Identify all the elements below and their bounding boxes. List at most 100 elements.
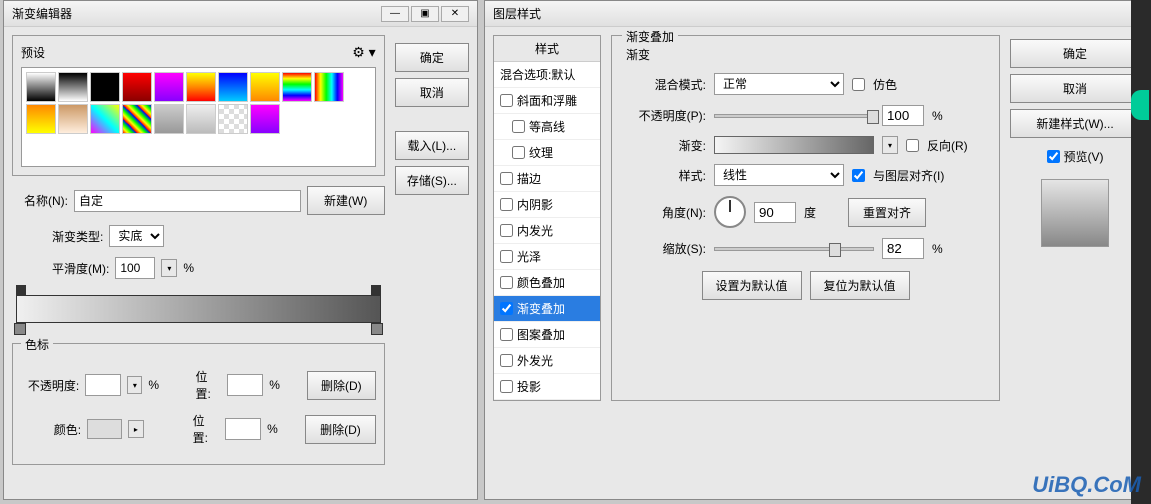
styles-list-panel: 样式 混合选项:默认 斜面和浮雕 等高线 纹理 描边 内阴影 内发光 光泽 颜色… bbox=[493, 35, 601, 401]
style-color-overlay[interactable]: 颜色叠加 bbox=[494, 270, 600, 296]
position-input[interactable] bbox=[225, 418, 261, 440]
chevron-down-icon[interactable]: ▾ bbox=[127, 376, 142, 394]
smoothness-label: 平滑度(M): bbox=[52, 260, 109, 277]
preview-checkbox[interactable] bbox=[1047, 150, 1060, 163]
chevron-down-icon[interactable]: ▾ bbox=[161, 259, 177, 277]
styles-header[interactable]: 样式 bbox=[494, 36, 600, 62]
style-bevel[interactable]: 斜面和浮雕 bbox=[494, 88, 600, 114]
preset-swatch[interactable] bbox=[90, 104, 120, 134]
style-satin[interactable]: 光泽 bbox=[494, 244, 600, 270]
smoothness-input[interactable] bbox=[115, 257, 155, 279]
outer-glow-checkbox[interactable] bbox=[500, 354, 513, 367]
style-drop-shadow[interactable]: 投影 bbox=[494, 374, 600, 400]
blend-mode-select[interactable]: 正常 bbox=[714, 73, 844, 95]
new-button[interactable]: 新建(W) bbox=[307, 186, 385, 215]
chevron-down-icon[interactable]: ▾ bbox=[882, 136, 898, 154]
ok-button[interactable]: 确定 bbox=[395, 43, 469, 72]
inner-glow-checkbox[interactable] bbox=[500, 224, 513, 237]
pattern-overlay-checkbox[interactable] bbox=[500, 328, 513, 341]
opacity-slider[interactable] bbox=[714, 114, 874, 118]
style-inner-shadow[interactable]: 内阴影 bbox=[494, 192, 600, 218]
cancel-button[interactable]: 取消 bbox=[395, 78, 469, 107]
style-outer-glow[interactable]: 外发光 bbox=[494, 348, 600, 374]
preset-swatch[interactable] bbox=[58, 72, 88, 102]
style-contour[interactable]: 等高线 bbox=[494, 114, 600, 140]
angle-label: 角度(N): bbox=[626, 204, 706, 221]
minimize-button[interactable]: ― bbox=[381, 6, 409, 22]
style-stroke[interactable]: 描边 bbox=[494, 166, 600, 192]
layer-style-titlebar[interactable]: 图层样式 bbox=[485, 1, 1148, 27]
preset-swatch[interactable] bbox=[250, 72, 280, 102]
preset-swatch[interactable] bbox=[26, 72, 56, 102]
texture-checkbox[interactable] bbox=[512, 146, 525, 159]
style-gradient-overlay[interactable]: 渐变叠加 bbox=[494, 296, 600, 322]
reset-align-button[interactable]: 重置对齐 bbox=[848, 198, 926, 227]
reset-default-button[interactable]: 复位为默认值 bbox=[810, 271, 910, 300]
preset-swatch[interactable] bbox=[154, 104, 184, 134]
gradient-editor-titlebar[interactable]: 渐变编辑器 ― ▣ ✕ bbox=[4, 1, 477, 27]
preset-swatch[interactable] bbox=[250, 104, 280, 134]
color-stop[interactable] bbox=[371, 323, 383, 335]
load-button[interactable]: 载入(L)... bbox=[395, 131, 469, 160]
preset-swatch[interactable] bbox=[218, 104, 248, 134]
new-style-button[interactable]: 新建样式(W)... bbox=[1010, 109, 1140, 138]
color-swatch[interactable] bbox=[87, 419, 122, 439]
opacity-stop[interactable] bbox=[16, 285, 26, 295]
chevron-right-icon[interactable]: ▸ bbox=[128, 420, 144, 438]
stroke-checkbox[interactable] bbox=[500, 172, 513, 185]
contour-checkbox[interactable] bbox=[512, 120, 525, 133]
position-input[interactable] bbox=[227, 374, 263, 396]
style-pattern-overlay[interactable]: 图案叠加 bbox=[494, 322, 600, 348]
set-default-button[interactable]: 设置为默认值 bbox=[702, 271, 802, 300]
opacity-input[interactable] bbox=[882, 105, 924, 126]
color-overlay-checkbox[interactable] bbox=[500, 276, 513, 289]
preset-swatch[interactable] bbox=[26, 104, 56, 134]
drop-shadow-checkbox[interactable] bbox=[500, 380, 513, 393]
style-inner-glow[interactable]: 内发光 bbox=[494, 218, 600, 244]
reverse-checkbox[interactable] bbox=[906, 139, 919, 152]
name-input[interactable] bbox=[74, 190, 301, 212]
color-label: 颜色: bbox=[21, 421, 81, 438]
opacity-stop[interactable] bbox=[371, 285, 381, 295]
preview-label: 预览(V) bbox=[1064, 148, 1104, 165]
align-checkbox[interactable] bbox=[852, 169, 865, 182]
maximize-button[interactable]: ▣ bbox=[411, 6, 439, 22]
preset-swatch[interactable] bbox=[122, 72, 152, 102]
style-select[interactable]: 线性 bbox=[714, 164, 844, 186]
dither-checkbox[interactable] bbox=[852, 78, 865, 91]
gradient-overlay-checkbox[interactable] bbox=[500, 302, 513, 315]
scale-label: 缩放(S): bbox=[626, 240, 706, 257]
preset-swatch[interactable] bbox=[218, 72, 248, 102]
scale-slider[interactable] bbox=[714, 247, 874, 251]
bevel-checkbox[interactable] bbox=[500, 94, 513, 107]
style-texture[interactable]: 纹理 bbox=[494, 140, 600, 166]
opacity-input[interactable] bbox=[85, 374, 121, 396]
delete-color-button[interactable]: 删除(D) bbox=[305, 415, 375, 444]
preset-swatch[interactable] bbox=[282, 72, 312, 102]
close-button[interactable]: ✕ bbox=[441, 6, 469, 22]
gradient-bar[interactable] bbox=[16, 295, 381, 323]
cancel-button[interactable]: 取消 bbox=[1010, 74, 1140, 103]
gradient-preview[interactable] bbox=[714, 136, 874, 154]
scale-input[interactable] bbox=[882, 238, 924, 259]
delete-opacity-button[interactable]: 删除(D) bbox=[307, 371, 376, 400]
angle-dial[interactable] bbox=[714, 196, 746, 228]
color-stop[interactable] bbox=[14, 323, 26, 335]
preset-swatch[interactable] bbox=[154, 72, 184, 102]
preset-swatch[interactable] bbox=[186, 104, 216, 134]
preset-swatch[interactable] bbox=[58, 104, 88, 134]
blend-options-item[interactable]: 混合选项:默认 bbox=[494, 62, 600, 88]
satin-checkbox[interactable] bbox=[500, 250, 513, 263]
opacity-label: 不透明度(P): bbox=[626, 107, 706, 124]
gear-icon[interactable]: ⚙ ▾ bbox=[352, 44, 375, 61]
gradient-type-select[interactable]: 实底 bbox=[109, 225, 164, 247]
gradient-bar-container bbox=[16, 295, 381, 323]
inner-shadow-checkbox[interactable] bbox=[500, 198, 513, 211]
preset-swatch[interactable] bbox=[122, 104, 152, 134]
preset-swatch[interactable] bbox=[186, 72, 216, 102]
save-button[interactable]: 存储(S)... bbox=[395, 166, 469, 195]
angle-input[interactable] bbox=[754, 202, 796, 223]
ok-button[interactable]: 确定 bbox=[1010, 39, 1140, 68]
preset-swatch[interactable] bbox=[314, 72, 344, 102]
preset-swatch[interactable] bbox=[90, 72, 120, 102]
